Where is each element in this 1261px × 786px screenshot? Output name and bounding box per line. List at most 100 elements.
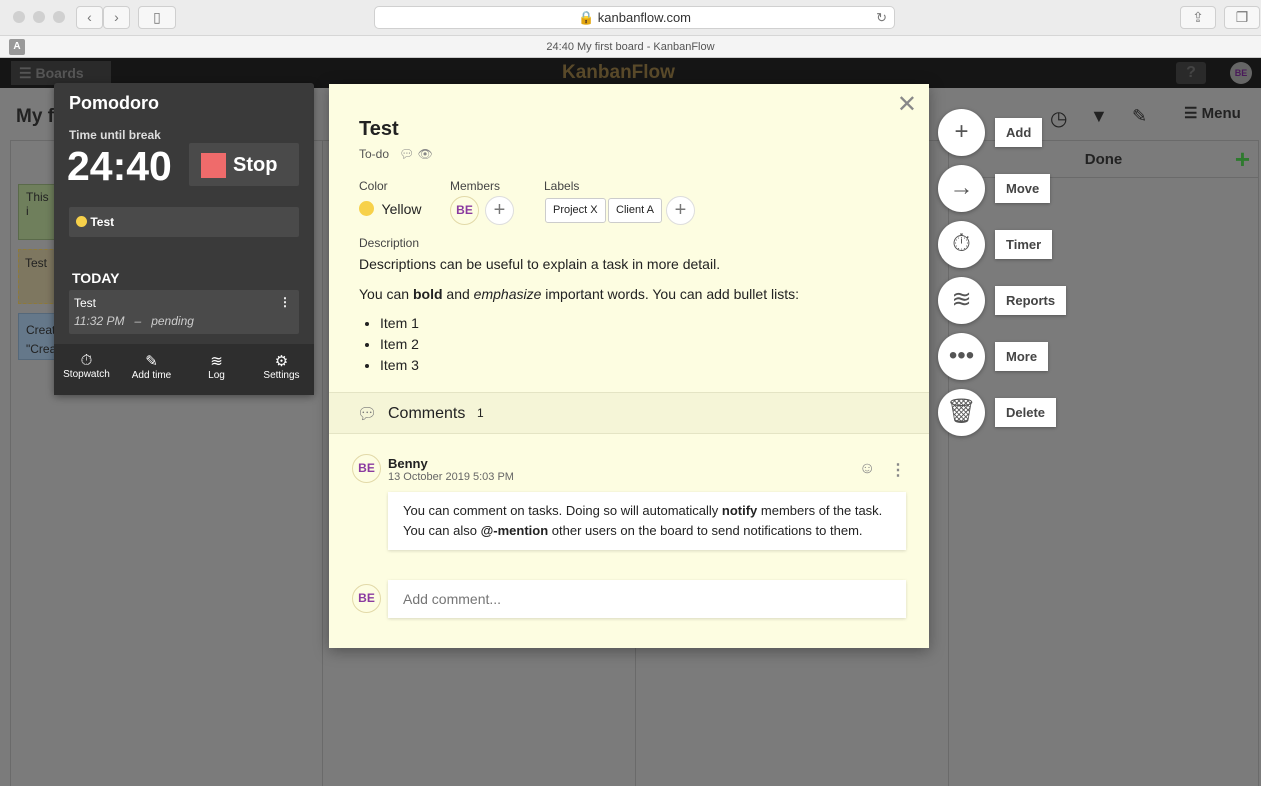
task-card[interactable]: Creat "Crea <box>18 313 58 360</box>
logo: KanbanFlow <box>562 62 675 83</box>
close-window-button[interactable] <box>13 11 25 23</box>
column-title: Done <box>1084 151 1123 168</box>
comment-avatar: BE <box>352 454 381 483</box>
bullet-item: Item 2 <box>380 334 899 355</box>
today-heading: TODAY <box>72 270 120 286</box>
task-card[interactable]: Test <box>18 249 58 304</box>
filter-icon[interactable]: ▼ <box>1090 106 1108 127</box>
emoji-icon[interactable]: ☺ <box>859 460 875 478</box>
sidebar-toggle-icon[interactable]: ▯ <box>138 6 176 29</box>
pencil-icon[interactable]: ✎ <box>1132 106 1147 127</box>
card-text: This i <box>26 190 49 218</box>
log-separator: – <box>134 314 142 328</box>
card-text: Test <box>25 256 48 270</box>
back-button[interactable]: ‹ <box>76 6 103 29</box>
more-action-button[interactable]: ••• <box>938 333 985 380</box>
task-card[interactable]: This i <box>18 184 58 240</box>
member-avatar[interactable]: BE <box>450 196 479 225</box>
stopwatch-icon: ⏱ <box>952 230 971 257</box>
task-dialog: ✕ Test To-do 💬︎ 👁︎ Color Yellow Members … <box>329 84 929 648</box>
add-time-button[interactable]: ✎ Add time <box>119 344 184 395</box>
browser-toolbar: ‹ › ▯ 🔒 kanbanflow.com ↻ ⇪ ❐ <box>0 0 1261 36</box>
more-action-label[interactable]: More <box>995 342 1049 371</box>
stop-button[interactable]: Stop <box>189 143 299 186</box>
log-start: 11:32 PM <box>74 314 125 328</box>
forward-button[interactable]: › <box>103 6 130 29</box>
members-label: Members <box>450 179 501 193</box>
board-title: My f <box>16 106 54 127</box>
log-button[interactable]: ≋ Log <box>184 344 249 395</box>
move-action-label[interactable]: Move <box>995 174 1051 203</box>
comment-body: You can comment on tasks. Doing so will … <box>388 492 906 550</box>
delete-action-button[interactable]: 🗑︎ <box>938 389 985 436</box>
gear-icon: ⚙ <box>274 353 289 370</box>
log-entry[interactable]: Test 11:32 PM – pending ⋮ <box>69 290 299 334</box>
color-picker[interactable]: Yellow <box>359 201 422 217</box>
current-task[interactable]: Test <box>69 207 299 237</box>
footer-label: Stopwatch <box>63 369 110 380</box>
add-action-label[interactable]: Add <box>995 118 1043 147</box>
description-body[interactable]: Descriptions can be useful to explain a … <box>359 254 899 376</box>
footer-label: Settings <box>263 370 300 381</box>
divider <box>1258 140 1259 786</box>
add-action-button[interactable]: + <box>938 109 985 156</box>
timer-action-label[interactable]: Timer <box>995 230 1053 259</box>
add-label-button[interactable]: + <box>666 196 695 225</box>
label-chip[interactable]: Project X <box>545 198 606 223</box>
tab-bar: A 24:40 My first board - KanbanFlow <box>0 36 1261 58</box>
column-name: To-do <box>359 147 390 161</box>
timer-action-button[interactable]: ⏱ <box>938 221 985 268</box>
comment-menu-icon[interactable]: ⋮ <box>890 460 906 480</box>
menu-button[interactable]: ☰ Menu <box>1184 104 1241 122</box>
move-action-button[interactable]: → <box>938 165 985 212</box>
stopwatch-button[interactable]: ⏱ Stopwatch <box>54 344 119 395</box>
comment-icon[interactable]: 💬︎ <box>399 147 414 161</box>
comment-date: 13 October 2019 5:03 PM <box>388 471 514 483</box>
minimize-window-button[interactable] <box>33 11 45 23</box>
address-bar[interactable]: 🔒 kanbanflow.com ↻ <box>374 6 895 29</box>
help-button[interactable]: ? <box>1176 62 1206 84</box>
color-dot-icon <box>76 216 87 227</box>
kebab-menu-icon[interactable]: ⋮ <box>279 295 291 309</box>
bullet-item: Item 1 <box>380 313 899 334</box>
tabs-icon[interactable]: ❐ <box>1224 6 1260 29</box>
eye-icon[interactable]: 👁︎ <box>418 147 433 161</box>
task-title[interactable]: Test <box>359 118 399 141</box>
tab-title[interactable]: 24:40 My first board - KanbanFlow <box>546 41 714 53</box>
card-text: Creat <box>26 323 56 337</box>
bullet-item: Item 3 <box>380 355 899 376</box>
add-task-icon[interactable]: + <box>1235 141 1250 178</box>
edit-icon: ✎ <box>145 353 158 370</box>
user-avatar[interactable]: BE <box>1230 62 1252 84</box>
pomodoro-footer: ⏱ Stopwatch ✎ Add time ≋ Log ⚙ Settings <box>54 344 314 395</box>
footer-label: Add time <box>131 370 172 381</box>
color-label: Color <box>359 179 388 193</box>
timer-subtitle: Time until break <box>69 128 161 142</box>
add-member-button[interactable]: + <box>485 196 514 225</box>
favicon: A <box>9 39 25 55</box>
close-icon[interactable]: ✕ <box>897 90 917 119</box>
boards-button[interactable]: ☰ Boards <box>11 61 111 85</box>
layers-icon: ≋ <box>210 353 223 370</box>
reload-icon[interactable]: ↻ <box>876 7 887 29</box>
trash-icon: 🗑︎ <box>946 398 977 425</box>
share-icon[interactable]: ⇪ <box>1180 6 1216 29</box>
plus-icon: + <box>954 118 969 145</box>
delete-action-label[interactable]: Delete <box>995 398 1057 427</box>
label-chip[interactable]: Client A <box>608 198 662 223</box>
boards-label: Boards <box>35 65 84 81</box>
settings-button[interactable]: ⚙ Settings <box>249 344 314 395</box>
zoom-window-button[interactable] <box>53 11 65 23</box>
reports-action-button[interactable]: ≋ <box>938 277 985 324</box>
reports-action-label[interactable]: Reports <box>995 286 1067 315</box>
footer-label: Log <box>208 370 225 381</box>
clock-icon[interactable]: ◷ <box>1050 106 1067 131</box>
stopwatch-icon: ⏱ <box>80 352 93 369</box>
arrow-right-icon: → <box>949 174 974 201</box>
task-column: To-do 💬︎ 👁︎ <box>359 147 433 161</box>
add-comment-input[interactable] <box>388 580 906 618</box>
description-text: Descriptions can be useful to explain a … <box>359 256 721 272</box>
color-swatch <box>359 201 374 216</box>
card-text: "Crea <box>26 342 57 356</box>
comments-title: Comments <box>388 405 466 422</box>
